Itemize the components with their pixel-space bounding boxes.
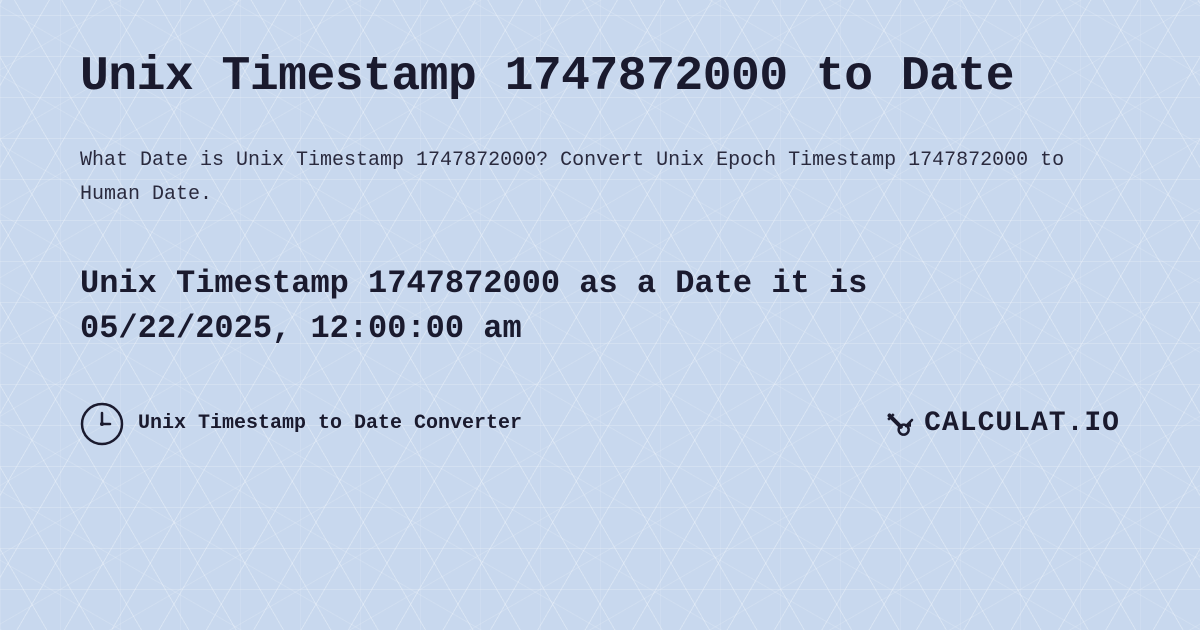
logo-icon [880, 406, 916, 442]
result-section: Unix Timestamp 1747872000 as a Date it i… [80, 262, 1120, 352]
clock-icon [80, 402, 124, 446]
result-text: Unix Timestamp 1747872000 as a Date it i… [80, 262, 1120, 352]
footer-label: Unix Timestamp to Date Converter [138, 412, 522, 435]
page-title: Unix Timestamp 1747872000 to Date [80, 50, 1120, 104]
logo-text: CALCULAT.IO [924, 408, 1120, 439]
footer: Unix Timestamp to Date Converter CALCULA… [80, 402, 1120, 446]
page-description: What Date is Unix Timestamp 1747872000? … [80, 144, 1120, 212]
footer-left: Unix Timestamp to Date Converter [80, 402, 522, 446]
result-line1: Unix Timestamp 1747872000 as a Date it i… [80, 265, 867, 302]
logo-area: CALCULAT.IO [880, 406, 1120, 442]
page-container: Unix Timestamp 1747872000 to Date What D… [0, 0, 1200, 496]
result-line2: 05/22/2025, 12:00:00 am [80, 310, 522, 347]
